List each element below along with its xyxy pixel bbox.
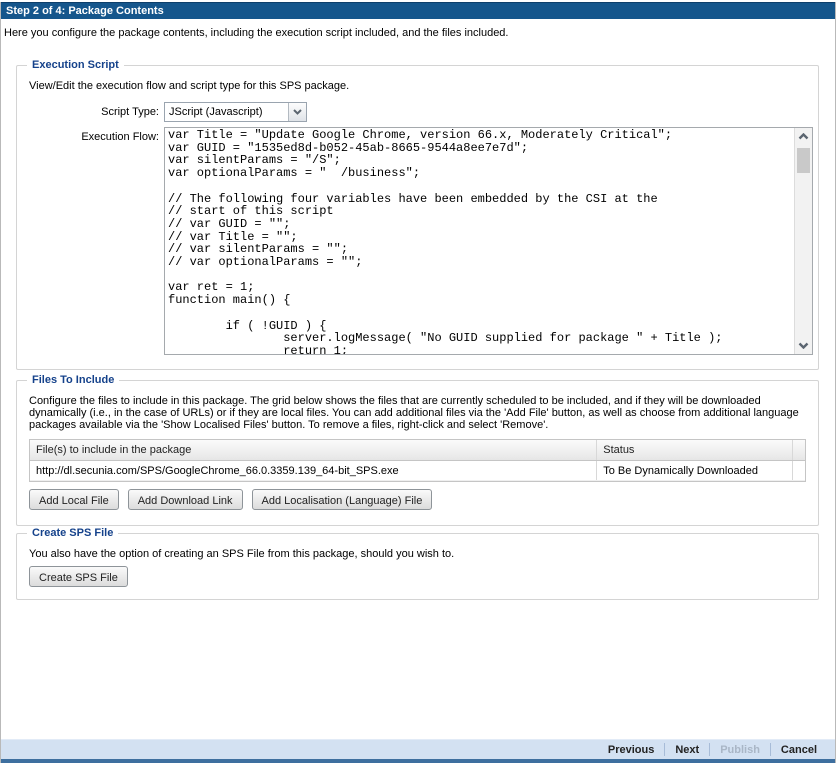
wizard-step2-page: { "header": { "title": "Step 2 of 4: Pac… (0, 2, 836, 763)
execution-flow-label: Execution Flow: (17, 127, 159, 143)
add-download-link-button[interactable]: Add Download Link (128, 489, 243, 510)
column-header-spacer (793, 440, 805, 460)
execution-flow-code[interactable]: var Title = "Update Google Chrome, versi… (165, 128, 794, 354)
file-url-cell[interactable]: http://dl.secunia.com/SPS/GoogleChrome_6… (30, 461, 597, 480)
code-scrollbar[interactable] (794, 128, 812, 354)
step-title-bar: Step 2 of 4: Package Contents (1, 2, 835, 19)
column-header-file[interactable]: File(s) to include in the package (30, 440, 597, 460)
publish-button: Publish (710, 744, 770, 756)
scroll-down-icon[interactable] (795, 337, 812, 354)
file-status-cell: To Be Dynamically Downloaded (597, 461, 793, 480)
execution-script-section: Execution Script View/Edit the execution… (16, 65, 819, 370)
row-spacer (793, 461, 805, 480)
execution-script-description: View/Edit the execution flow and script … (17, 66, 818, 92)
files-to-include-section: Files To Include Configure the files to … (16, 380, 819, 526)
table-row[interactable]: http://dl.secunia.com/SPS/GoogleChrome_6… (30, 461, 805, 481)
create-sps-description: You also have the option of creating an … (17, 534, 818, 560)
next-button[interactable]: Next (665, 744, 709, 756)
chevron-down-icon (293, 109, 302, 115)
script-type-dropdown[interactable]: JScript (Javascript) (164, 102, 307, 122)
files-to-include-legend: Files To Include (27, 374, 119, 386)
script-type-label: Script Type: (17, 102, 159, 118)
wizard-footer-bar: Previous Next Publish Cancel (1, 739, 835, 759)
create-sps-section: Create SPS File You also have the option… (16, 533, 819, 600)
add-localisation-file-button[interactable]: Add Localisation (Language) File (252, 489, 433, 510)
scrollbar-thumb[interactable] (797, 148, 810, 173)
cancel-button[interactable]: Cancel (771, 744, 827, 756)
add-local-file-button[interactable]: Add Local File (29, 489, 119, 510)
column-header-status[interactable]: Status (597, 440, 793, 460)
scroll-up-icon[interactable] (795, 128, 812, 145)
script-type-value: JScript (Javascript) (165, 103, 288, 121)
step-description: Here you configure the package contents,… (1, 19, 835, 39)
files-table: File(s) to include in the package Status… (29, 439, 806, 482)
files-table-header[interactable]: File(s) to include in the package Status (30, 440, 805, 461)
create-sps-file-button[interactable]: Create SPS File (29, 566, 128, 587)
files-description: Configure the files to include in this p… (17, 381, 818, 431)
dropdown-trigger-button[interactable] (288, 103, 306, 121)
execution-flow-editor[interactable]: var Title = "Update Google Chrome, versi… (164, 127, 813, 355)
window-bottom-edge (1, 759, 835, 763)
previous-button[interactable]: Previous (598, 744, 664, 756)
execution-script-legend: Execution Script (27, 59, 124, 71)
create-sps-legend: Create SPS File (27, 527, 118, 539)
